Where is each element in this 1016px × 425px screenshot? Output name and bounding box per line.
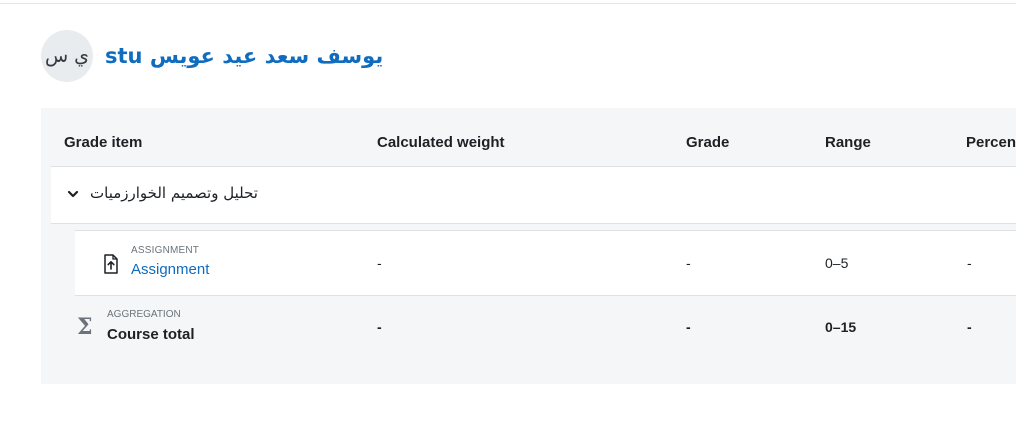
total-percentage: - bbox=[967, 319, 972, 335]
course-total-label: Course total bbox=[107, 326, 195, 343]
total-range: 0–15 bbox=[825, 319, 857, 335]
header-grade-item: Grade item bbox=[64, 134, 143, 151]
user-avatar[interactable]: ي س bbox=[41, 30, 93, 82]
aggregation-type-label: AGGREGATION bbox=[107, 309, 181, 320]
item-calculated-weight: - bbox=[377, 255, 382, 271]
sigma-icon: Σ bbox=[77, 314, 93, 340]
item-grade: - bbox=[686, 255, 691, 271]
top-divider bbox=[0, 3, 1016, 4]
header-range: Range bbox=[825, 134, 871, 151]
course-total-row: Σ AGGREGATION Course total - - 0–15 - bbox=[75, 294, 1016, 358]
header-grade: Grade bbox=[686, 134, 730, 151]
item-percentage: - bbox=[967, 255, 972, 271]
user-grade-report: Grade item Calculated weight Grade Range… bbox=[41, 108, 1016, 384]
user-header: ي س stu يوسف سعد عيد عويس bbox=[41, 30, 383, 82]
assignment-link[interactable]: Assignment bbox=[131, 261, 209, 278]
item-range: 0–5 bbox=[825, 255, 849, 271]
total-calculated-weight: - bbox=[377, 319, 382, 335]
total-grade: - bbox=[686, 319, 691, 335]
item-type-label: ASSIGNMENT bbox=[131, 245, 200, 256]
header-calculated-weight: Calculated weight bbox=[377, 134, 505, 151]
category-name: تحليل وتصميم الخوارزميات bbox=[90, 184, 258, 202]
chevron-down-icon[interactable] bbox=[67, 188, 79, 200]
user-name-link[interactable]: stu يوسف سعد عيد عويس bbox=[105, 44, 383, 68]
category-row: تحليل وتصميم الخوارزميات bbox=[51, 166, 1016, 224]
table-row: ASSIGNMENT Assignment - - 0–5 - bbox=[75, 230, 1016, 296]
assignment-upload-icon bbox=[104, 254, 118, 274]
header-percentage: Percent bbox=[966, 134, 1016, 151]
